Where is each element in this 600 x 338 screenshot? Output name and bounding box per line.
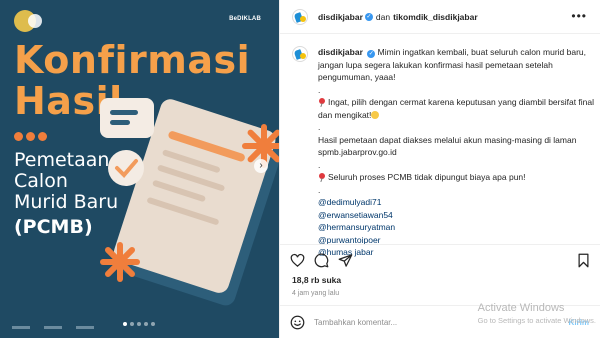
mention-link[interactable]: @erwansetiawan54 bbox=[318, 209, 598, 222]
header-username[interactable]: disdikjabar bbox=[318, 12, 363, 22]
post-comment-button[interactable]: Kirim bbox=[569, 318, 589, 327]
post-image[interactable]: BeDIKLAB Konfirmasi Hasil Pemetaan Calon… bbox=[0, 0, 279, 338]
image-subtitle-bold: (PCMB) bbox=[14, 216, 93, 238]
caption-dot-4: . bbox=[318, 184, 321, 195]
pushpin-icon bbox=[318, 98, 326, 106]
caption-body: disdikjabar ✓ Mimin ingatkan kembali, bu… bbox=[318, 46, 598, 259]
header-connector: dan bbox=[375, 11, 391, 22]
caption-dot-1: . bbox=[318, 84, 321, 95]
carousel-dot bbox=[137, 322, 141, 326]
decor-dots bbox=[14, 132, 47, 141]
verified-icon: ✓ bbox=[364, 12, 373, 21]
caption-dot-2: . bbox=[318, 122, 321, 132]
caption: disdikjabar ✓ Mimin ingatkan kembali, bu… bbox=[292, 46, 594, 257]
likes-count[interactable]: 18,8 rb suka bbox=[292, 275, 341, 285]
mention-link[interactable]: @dedimulyadi71 bbox=[318, 196, 598, 209]
avatar[interactable] bbox=[292, 8, 308, 25]
caption-text-3: Hasil pemetaan dapat diakses melalui aku… bbox=[318, 134, 577, 158]
carousel-dot bbox=[151, 322, 155, 326]
header-collaborator[interactable]: tikomdik_disdikjabar bbox=[393, 12, 478, 22]
post-header: disdikjabar ✓ dan tikomdik_disdikjabar •… bbox=[280, 0, 600, 34]
caption-avatar[interactable] bbox=[292, 46, 308, 62]
share-icon[interactable] bbox=[338, 253, 353, 268]
smile-emoji-icon bbox=[371, 110, 380, 119]
bookmark-icon[interactable] bbox=[576, 253, 591, 268]
instagram-post-view: BeDIKLAB Konfirmasi Hasil Pemetaan Calon… bbox=[0, 0, 600, 338]
disdik-logo-mark bbox=[28, 14, 42, 28]
carousel-dot bbox=[130, 322, 134, 326]
heart-icon[interactable] bbox=[290, 253, 305, 268]
verified-icon: ✓ bbox=[367, 50, 376, 58]
documents-illustration bbox=[100, 98, 279, 306]
carousel-next-icon[interactable]: › bbox=[254, 159, 268, 173]
image-title-line1: Konfirmasi bbox=[14, 38, 251, 82]
caption-username[interactable]: disdikjabar bbox=[318, 47, 363, 57]
pushpin-icon bbox=[318, 173, 326, 181]
caption-dot-3: . bbox=[318, 159, 321, 170]
mention-link[interactable]: @hermansuryatman bbox=[318, 221, 598, 234]
action-bar bbox=[280, 244, 600, 274]
emoji-icon[interactable] bbox=[290, 315, 305, 330]
carousel-dot bbox=[123, 322, 127, 326]
more-options-icon[interactable]: ••• bbox=[571, 9, 587, 23]
carousel-dot bbox=[144, 322, 148, 326]
carousel-pager bbox=[123, 322, 155, 326]
comment-row: Kirim bbox=[280, 305, 600, 338]
caption-text-4: Seluruh proses PCMB tidak dipungut biaya… bbox=[328, 172, 526, 182]
caption-text-2: Ingat, pilih dengan cermat karena keputu… bbox=[318, 97, 595, 120]
comment-icon[interactable] bbox=[314, 253, 329, 268]
image-footer bbox=[0, 316, 279, 338]
post-side-panel: disdikjabar ✓ dan tikomdik_disdikjabar •… bbox=[279, 0, 600, 338]
partner-logo: BeDIKLAB bbox=[229, 16, 261, 22]
comment-input[interactable] bbox=[314, 317, 514, 327]
post-time[interactable]: 4 jam yang lalu bbox=[292, 290, 339, 297]
